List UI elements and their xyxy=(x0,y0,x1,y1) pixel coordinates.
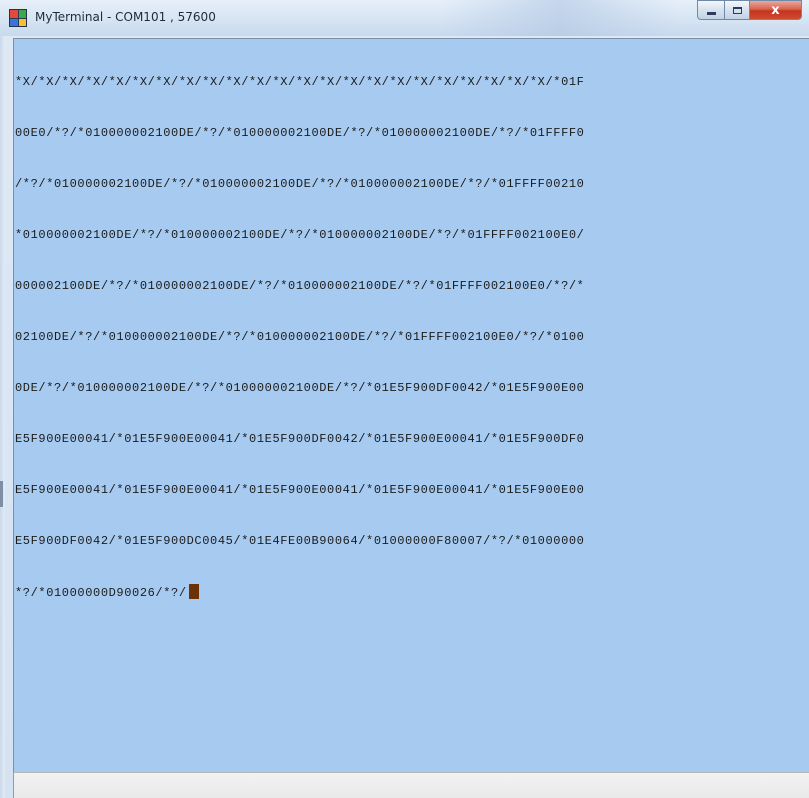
terminal-window: MyTerminal - COM101 , 57600 x *X/*X/*X/*… xyxy=(0,0,809,798)
status-bar xyxy=(13,772,809,798)
minimize-icon xyxy=(706,11,716,15)
minimize-button[interactable] xyxy=(697,0,724,20)
terminal-line-text: *?/*01000000D90026/*?/ xyxy=(15,586,187,600)
terminal-line: 000002100DE/*?/*010000002100DE/*?/*01000… xyxy=(15,279,585,293)
terminal-line: /*?/*010000002100DE/*?/*010000002100DE/*… xyxy=(15,177,585,191)
text-cursor xyxy=(188,584,199,599)
app-icon[interactable] xyxy=(9,9,27,27)
terminal-line: *X/*X/*X/*X/*X/*X/*X/*X/*X/*X/*X/*X/*X/*… xyxy=(15,75,585,89)
app-icon-yellow-quadrant xyxy=(18,18,26,26)
terminal-last-line: *?/*01000000D90026/*?/ xyxy=(15,584,585,601)
terminal-output-area[interactable]: *X/*X/*X/*X/*X/*X/*X/*X/*X/*X/*X/*X/*X/*… xyxy=(13,38,809,772)
terminal-line: 0DE/*?/*010000002100DE/*?/*010000002100D… xyxy=(15,381,585,395)
app-icon-red-quadrant xyxy=(10,10,18,18)
terminal-line: 00E0/*?/*010000002100DE/*?/*010000002100… xyxy=(15,126,585,140)
close-icon: x xyxy=(771,2,780,18)
close-button[interactable]: x xyxy=(750,0,802,20)
app-icon-green-quadrant xyxy=(18,10,26,18)
terminal-line: *010000002100DE/*?/*010000002100DE/*?/*0… xyxy=(15,228,585,242)
app-icon-blue-quadrant xyxy=(10,18,18,26)
terminal-text: *X/*X/*X/*X/*X/*X/*X/*X/*X/*X/*X/*X/*X/*… xyxy=(15,40,585,635)
window-left-border xyxy=(0,36,5,798)
title-bar-glass-effect xyxy=(440,0,680,36)
terminal-line: E5F900E00041/*01E5F900E00041/*01E5F900E0… xyxy=(15,483,585,497)
title-bar[interactable]: MyTerminal - COM101 , 57600 x xyxy=(0,0,809,36)
maximize-icon xyxy=(732,6,742,14)
maximize-button[interactable] xyxy=(724,0,750,20)
terminal-line: E5F900E00041/*01E5F900E00041/*01E5F900DF… xyxy=(15,432,585,446)
caption-buttons: x xyxy=(697,0,802,21)
terminal-line: 02100DE/*?/*010000002100DE/*?/*010000002… xyxy=(15,330,585,344)
resize-grip[interactable] xyxy=(0,481,3,507)
window-title: MyTerminal - COM101 , 57600 xyxy=(35,10,216,24)
terminal-line: E5F900DF0042/*01E5F900DC0045/*01E4FE00B9… xyxy=(15,534,585,548)
